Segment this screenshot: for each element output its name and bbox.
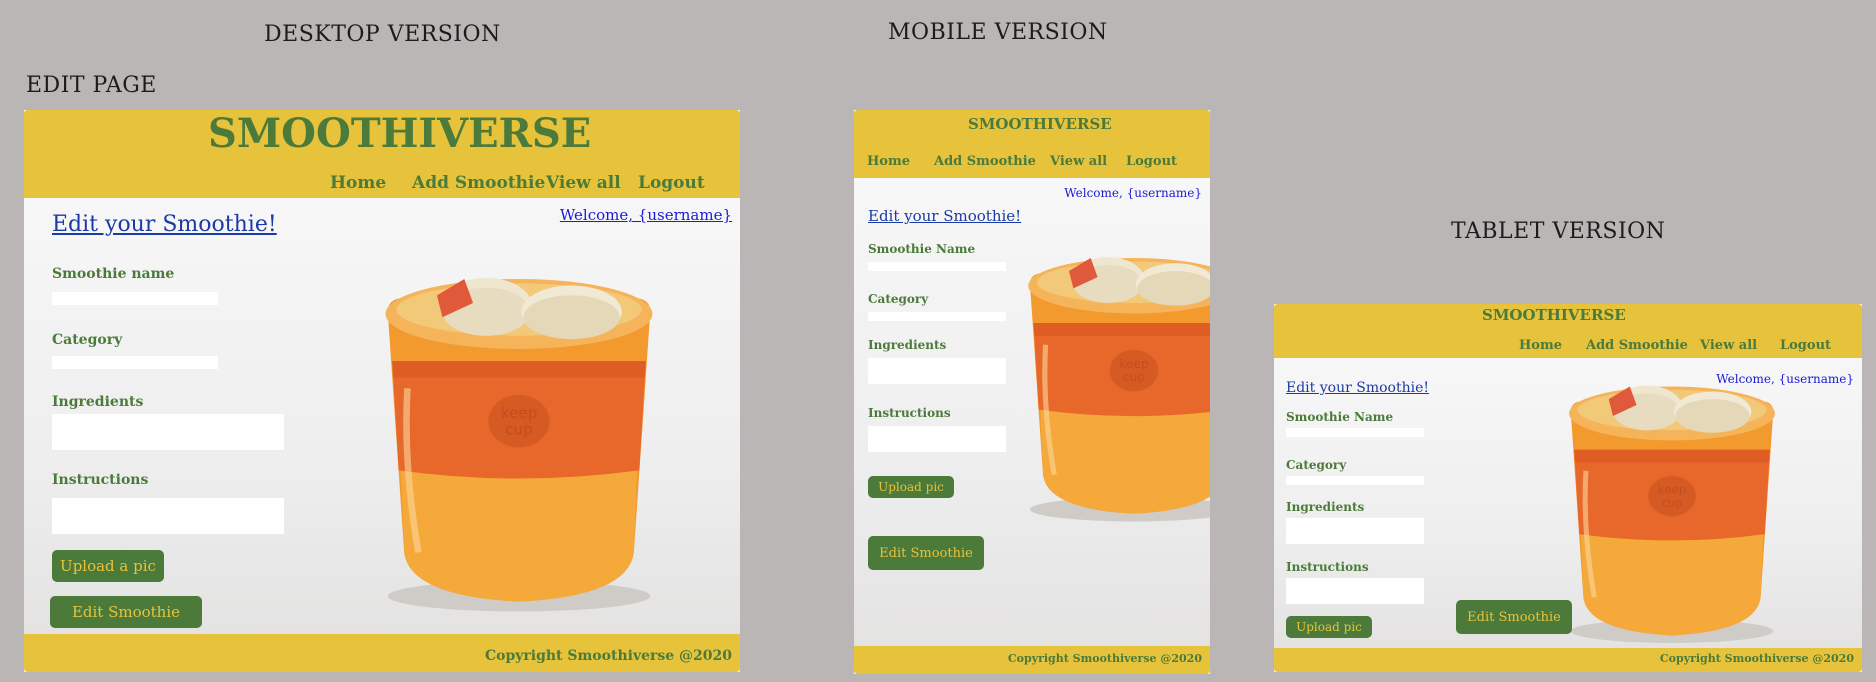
desktop-label-smoothie-name: Smoothie name xyxy=(52,266,175,282)
mobile-instructions-input[interactable] xyxy=(868,426,1006,452)
desktop-brand[interactable]: SMOOTHIVERSE xyxy=(208,110,591,157)
mobile-content: Welcome, {username} Edit your Smoothie! … xyxy=(854,178,1210,646)
desktop-edit-smoothie-button[interactable]: Edit Smoothie xyxy=(50,596,202,628)
tablet-nav-home[interactable]: Home xyxy=(1519,338,1562,353)
desktop-label-instructions: Instructions xyxy=(52,472,149,488)
tablet-smoothie-name-input[interactable] xyxy=(1286,428,1424,437)
tablet-header: SMOOTHIVERSE Home Add Smoothie View all … xyxy=(1274,304,1862,358)
mobile-footer: Copyright Smoothiverse @2020 xyxy=(854,646,1210,674)
tablet-form-title: Edit your Smoothie! xyxy=(1286,380,1429,396)
mobile-brand[interactable]: SMOOTHIVERSE xyxy=(968,115,1112,133)
tablet-welcome-text: Welcome, {username} xyxy=(1716,372,1854,386)
tablet-content: Welcome, {username} Edit your Smoothie! … xyxy=(1274,358,1862,648)
mobile-welcome-text: Welcome, {username} xyxy=(1064,186,1202,200)
tablet-instructions-input[interactable] xyxy=(1286,578,1424,604)
desktop-mockup: SMOOTHIVERSE Home Add Smoothie View all … xyxy=(24,110,740,672)
mobile-nav-home[interactable]: Home xyxy=(867,154,910,169)
mobile-upload-pic-button[interactable]: Upload pic xyxy=(868,476,954,498)
mobile-label-ingredients: Ingredients xyxy=(868,338,947,352)
desktop-content: Welcome, {username} Edit your Smoothie! … xyxy=(24,198,740,634)
mobile-label-smoothie-name: Smoothie Name xyxy=(868,242,976,256)
tablet-footer: Copyright Smoothiverse @2020 xyxy=(1274,648,1862,672)
desktop-form-title: Edit your Smoothie! xyxy=(52,212,277,237)
tablet-upload-pic-button[interactable]: Upload pic xyxy=(1286,616,1372,638)
edit-page-label: EDIT PAGE xyxy=(26,73,157,98)
mobile-label-instructions: Instructions xyxy=(868,406,951,420)
mobile-edit-smoothie-button[interactable]: Edit Smoothie xyxy=(868,536,984,570)
desktop-footer: Copyright Smoothiverse @2020 xyxy=(24,634,740,672)
desktop-welcome-text: Welcome, {username} xyxy=(559,206,732,224)
tablet-nav-logout[interactable]: Logout xyxy=(1780,338,1831,353)
desktop-ingredients-input[interactable] xyxy=(52,414,284,450)
mobile-version-label: MOBILE VERSION xyxy=(888,20,1108,45)
tablet-category-input[interactable] xyxy=(1286,476,1424,485)
mobile-category-input[interactable] xyxy=(868,312,1006,321)
tablet-label-smoothie-name: Smoothie Name xyxy=(1286,410,1394,424)
desktop-version-label: DESKTOP VERSION xyxy=(264,22,501,47)
tablet-nav-add-smoothie[interactable]: Add Smoothie xyxy=(1586,338,1688,353)
desktop-copyright: Copyright Smoothiverse @2020 xyxy=(484,648,732,664)
mobile-nav-view-all[interactable]: View all xyxy=(1050,154,1107,169)
desktop-nav-logout[interactable]: Logout xyxy=(638,173,705,193)
mobile-copyright: Copyright Smoothiverse @2020 xyxy=(1007,652,1202,665)
desktop-label-category: Category xyxy=(52,332,123,348)
mobile-label-category: Category xyxy=(868,292,929,306)
desktop-nav-add-smoothie[interactable]: Add Smoothie xyxy=(412,173,545,193)
mobile-form-title: Edit your Smoothie! xyxy=(868,207,1022,225)
mobile-nav-add-smoothie[interactable]: Add Smoothie xyxy=(934,154,1036,169)
smoothie-photo xyxy=(354,268,684,618)
tablet-version-label: TABLET VERSION xyxy=(1451,219,1666,244)
desktop-nav-view-all[interactable]: View all xyxy=(546,173,621,193)
tablet-edit-smoothie-button[interactable]: Edit Smoothie xyxy=(1456,600,1572,634)
tablet-label-instructions: Instructions xyxy=(1286,560,1369,574)
mobile-header: SMOOTHIVERSE Home Add Smoothie View all … xyxy=(854,110,1210,178)
desktop-nav-home[interactable]: Home xyxy=(330,173,386,193)
desktop-smoothie-name-input[interactable] xyxy=(52,292,218,305)
tablet-copyright: Copyright Smoothiverse @2020 xyxy=(1659,652,1854,665)
tablet-ingredients-input[interactable] xyxy=(1286,518,1424,544)
tablet-label-ingredients: Ingredients xyxy=(1286,500,1365,514)
desktop-label-ingredients: Ingredients xyxy=(52,394,144,410)
desktop-category-input[interactable] xyxy=(52,356,218,369)
tablet-label-category: Category xyxy=(1286,458,1347,472)
mobile-smoothie-name-input[interactable] xyxy=(868,262,1006,271)
smoothie-photo xyxy=(1004,238,1210,538)
tablet-brand[interactable]: SMOOTHIVERSE xyxy=(1482,306,1626,324)
smoothie-photo xyxy=(1542,378,1802,648)
mobile-mockup: SMOOTHIVERSE Home Add Smoothie View all … xyxy=(854,110,1210,674)
tablet-nav-view-all[interactable]: View all xyxy=(1700,338,1757,353)
mobile-ingredients-input[interactable] xyxy=(868,358,1006,384)
tablet-mockup: SMOOTHIVERSE Home Add Smoothie View all … xyxy=(1274,304,1862,672)
desktop-header: SMOOTHIVERSE Home Add Smoothie View all … xyxy=(24,110,740,198)
desktop-upload-pic-button[interactable]: Upload a pic xyxy=(52,550,164,582)
mobile-nav-logout[interactable]: Logout xyxy=(1126,154,1177,169)
desktop-instructions-input[interactable] xyxy=(52,498,284,534)
